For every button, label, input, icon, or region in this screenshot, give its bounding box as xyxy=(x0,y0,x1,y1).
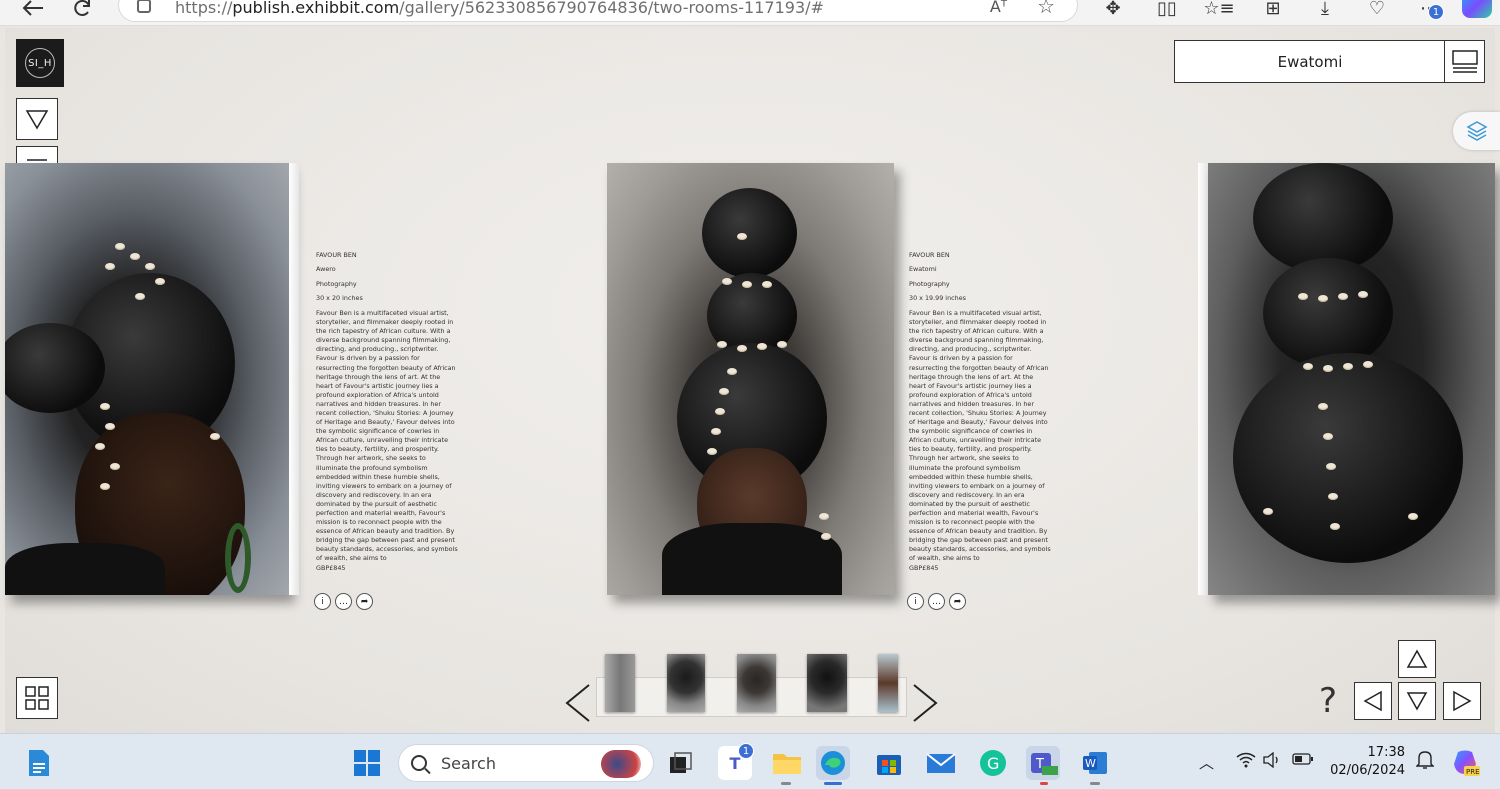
browser-toolbar: https://publish.exhibbit.com/gallery/562… xyxy=(0,0,1500,26)
search-icon xyxy=(411,755,427,771)
caption-actions: i … ➦ xyxy=(907,593,966,610)
favorite-star-icon[interactable]: ☆ xyxy=(1037,0,1055,18)
frame-edge xyxy=(1198,163,1208,595)
turn-left-button[interactable] xyxy=(1354,682,1392,720)
notification-bell-icon[interactable] xyxy=(1415,750,1435,774)
frame-edge xyxy=(289,163,299,595)
room-menu-button[interactable] xyxy=(1444,40,1485,83)
wifi-icon[interactable] xyxy=(1236,752,1256,772)
triangle-up-icon xyxy=(1406,649,1428,668)
artist-bio: Favour Ben is a multifaceted visual arti… xyxy=(909,308,1051,563)
share-icon[interactable]: ➦ xyxy=(356,593,373,610)
artwork-image-awero[interactable] xyxy=(5,163,289,595)
edge-browser-icon[interactable] xyxy=(816,746,850,780)
help-icon[interactable]: ? xyxy=(1319,681,1337,721)
svg-text:PRE: PRE xyxy=(1466,768,1480,776)
artwork-size: 30 x 20 inches xyxy=(316,294,363,303)
task-view-icon[interactable] xyxy=(664,746,698,780)
artwork-caption-ewatomi: FAVOUR BEN Ewatomi Photography 30 x 19.9… xyxy=(909,251,1051,573)
artwork-image-next[interactable] xyxy=(1208,163,1495,595)
grammarly-icon[interactable]: G xyxy=(976,746,1010,780)
url-text[interactable]: https://publish.exhibbit.com/gallery/562… xyxy=(175,0,824,17)
thumbnail-5[interactable] xyxy=(878,654,898,712)
widgets-icon[interactable] xyxy=(22,746,56,780)
triangle-down-icon xyxy=(1406,692,1428,711)
layers-icon xyxy=(1465,121,1488,141)
artwork-title: Ewatomi xyxy=(909,265,937,274)
floor-view-button[interactable] xyxy=(16,98,58,140)
taskbar-search[interactable]: Search xyxy=(398,744,654,782)
clock-time: 17:38 xyxy=(1367,745,1405,760)
downloads-icon[interactable]: ⤓ xyxy=(1310,0,1340,22)
battery-icon[interactable] xyxy=(1292,752,1314,770)
artwork-image-ewatomi[interactable] xyxy=(607,163,894,595)
teams-new-icon[interactable]: T xyxy=(1026,746,1060,780)
panel-menu-icon xyxy=(1451,49,1478,73)
artwork-size: 30 x 19.99 inches xyxy=(909,294,966,303)
thumbnails-next-icon[interactable] xyxy=(910,683,940,723)
extensions-icon[interactable]: ✥ xyxy=(1098,0,1128,22)
back-icon[interactable] xyxy=(18,0,48,22)
caption-actions: i … ➦ xyxy=(314,593,373,610)
move-back-button[interactable] xyxy=(1398,682,1436,720)
info-icon[interactable]: i xyxy=(314,593,331,610)
collections-icon[interactable]: ⊞ xyxy=(1258,0,1288,22)
thumbnail-1[interactable] xyxy=(605,654,635,712)
triangle-down-icon xyxy=(25,110,49,130)
sidebar-toggle[interactable] xyxy=(1453,112,1500,150)
microsoft-store-icon[interactable] xyxy=(872,746,906,780)
artwork-medium: Photography xyxy=(909,279,950,288)
artwork-price: GBP£845 xyxy=(316,563,346,572)
address-bar[interactable]: https://publish.exhibbit.com/gallery/562… xyxy=(118,0,1078,22)
search-label: Search xyxy=(441,753,496,773)
thumbnail-4[interactable] xyxy=(807,654,847,712)
triangle-right-icon xyxy=(1453,690,1472,712)
comment-icon[interactable]: … xyxy=(928,593,945,610)
split-screen-icon[interactable]: ▯▯ xyxy=(1152,0,1182,22)
browser-essentials-icon[interactable]: ♡ xyxy=(1362,0,1392,22)
lock-icon[interactable] xyxy=(137,0,151,13)
start-icon[interactable] xyxy=(350,746,384,780)
info-icon[interactable]: i xyxy=(907,593,924,610)
turn-right-button[interactable] xyxy=(1443,682,1481,720)
copilot-preview-icon[interactable]: PRE xyxy=(1448,746,1482,780)
thumbnail-3[interactable] xyxy=(737,654,776,712)
mail-icon[interactable] xyxy=(924,746,958,780)
teams-badge: 1 xyxy=(738,743,754,759)
clock-date: 02/06/2024 xyxy=(1330,763,1405,778)
copilot-icon[interactable] xyxy=(1462,0,1492,18)
comment-icon[interactable]: … xyxy=(335,593,352,610)
word-icon[interactable]: W xyxy=(1078,746,1112,780)
overview-grid-button[interactable] xyxy=(16,677,58,719)
artwork-medium: Photography xyxy=(316,279,357,288)
search-highlight-icon xyxy=(601,750,641,778)
artwork-title-box[interactable]: Ewatomi xyxy=(1174,40,1446,83)
artwork-price: GBP£845 xyxy=(909,563,939,572)
share-icon[interactable]: ➦ xyxy=(949,593,966,610)
gallery-logo[interactable]: SI_H xyxy=(16,39,64,87)
refresh-icon[interactable] xyxy=(68,0,98,22)
favorites-icon[interactable]: ☆≡ xyxy=(1203,0,1234,22)
file-explorer-icon[interactable] xyxy=(770,746,804,780)
read-aloud-icon[interactable]: Aᵀ xyxy=(990,0,1007,16)
triangle-left-icon xyxy=(1363,690,1382,712)
taskbar-clock[interactable]: 17:38 02/06/2024 xyxy=(1330,744,1405,780)
artist-name: FAVOUR BEN xyxy=(316,251,357,259)
move-forward-button[interactable] xyxy=(1398,640,1436,678)
thumbnail-2[interactable] xyxy=(667,654,705,712)
windows-taskbar: Search T 1 G T W ︿ 17:38 02/06/2024 PRE xyxy=(0,733,1500,789)
show-hidden-icons-icon[interactable]: ︿ xyxy=(1199,752,1214,773)
svg-text:G: G xyxy=(987,754,999,773)
thumbnails-prev-icon[interactable] xyxy=(563,683,593,723)
volume-icon[interactable] xyxy=(1263,751,1281,772)
artwork-caption-awero: FAVOUR BEN Awero Photography 30 x 20 inc… xyxy=(316,251,458,573)
artist-bio: Favour Ben is a multifaceted visual arti… xyxy=(316,308,458,563)
svg-text:W: W xyxy=(1085,757,1096,770)
artwork-title: Awero xyxy=(316,265,336,274)
artist-name: FAVOUR BEN xyxy=(909,251,950,259)
downloads-badge: 1 xyxy=(1428,4,1444,20)
grid-icon xyxy=(25,686,49,710)
